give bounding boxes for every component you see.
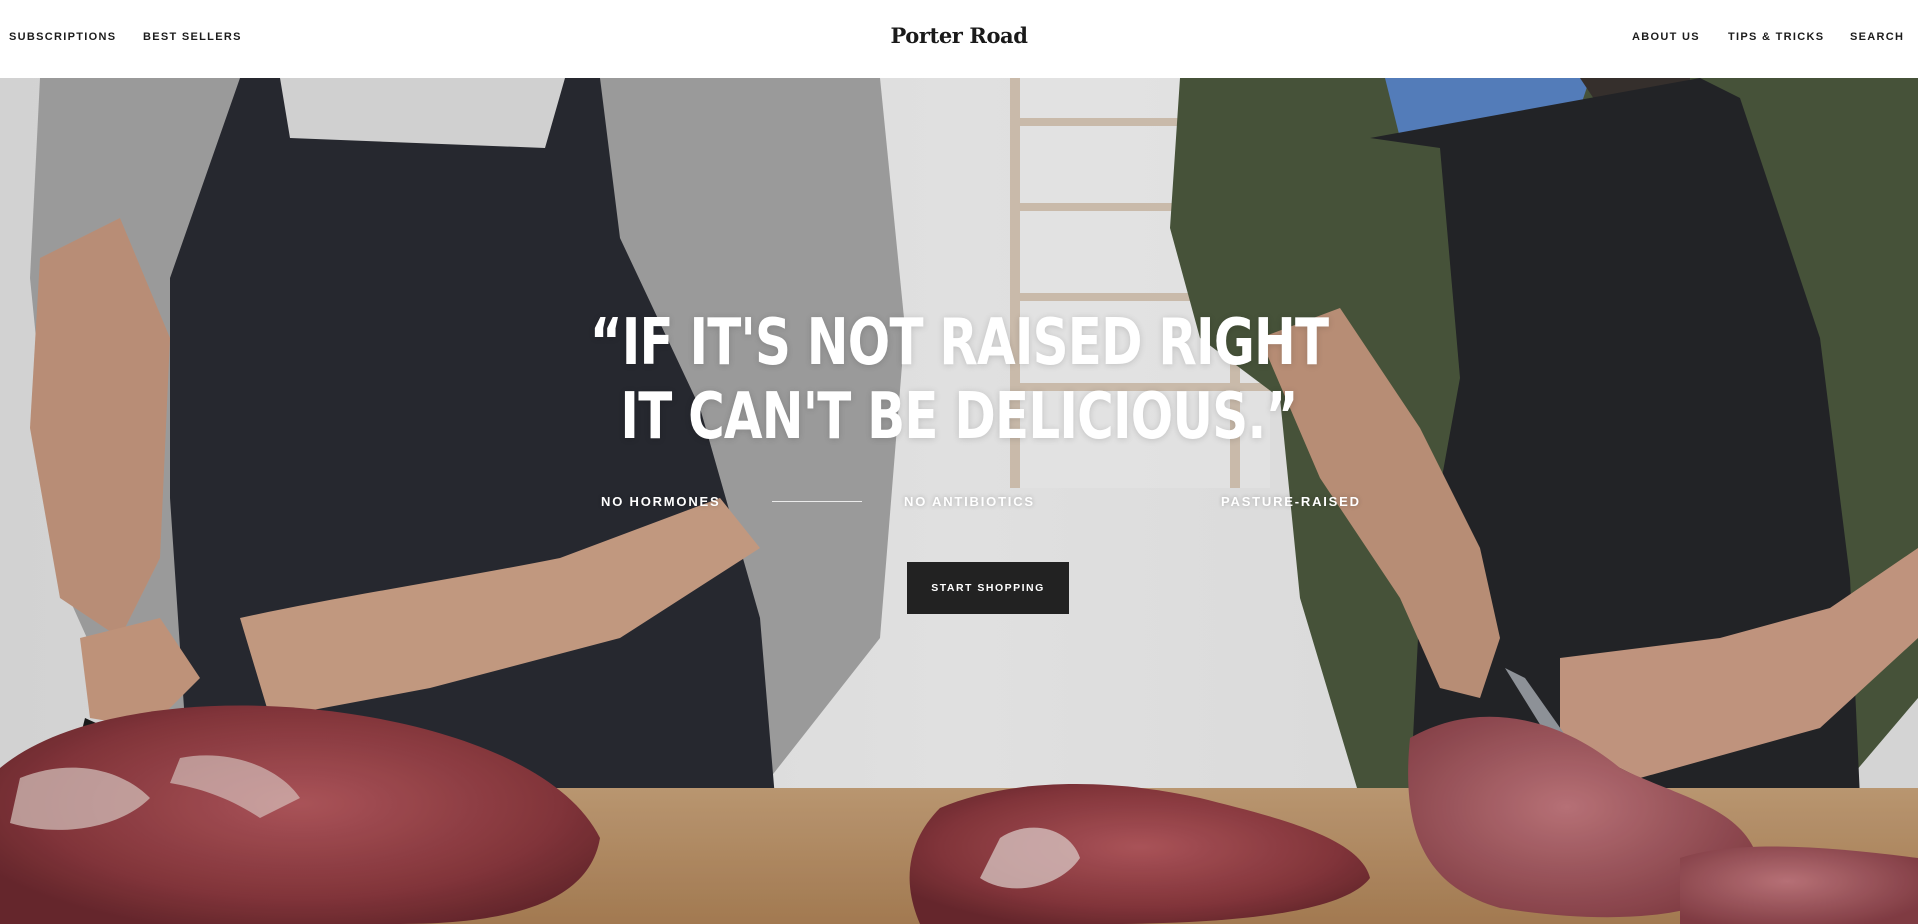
- nav-about-us[interactable]: ABOUT US: [1632, 31, 1700, 43]
- site-header: SUBSCRIPTIONS BEST SELLERS Porter Road A…: [0, 0, 1918, 78]
- feature-divider: [772, 501, 862, 502]
- feature-no-hormones: NO HORMONES: [601, 494, 721, 509]
- headline-line-2: IT CAN'T BE DELICIOUS.”: [620, 380, 1298, 454]
- feature-pasture-raised: PASTURE-RAISED: [1221, 494, 1361, 509]
- feature-no-antibiotics: NO ANTIBIOTICS: [904, 494, 1035, 509]
- site-logo[interactable]: Porter Road: [890, 23, 1027, 48]
- hero-headline: “IF IT'S NOT RAISED RIGHT IT CAN'T BE DE…: [211, 306, 1707, 454]
- nav-subscriptions[interactable]: SUBSCRIPTIONS: [9, 31, 116, 43]
- hero-section: “IF IT'S NOT RAISED RIGHT IT CAN'T BE DE…: [0, 78, 1918, 924]
- nav-search[interactable]: SEARCH: [1850, 31, 1904, 43]
- headline-line-1: “IF IT'S NOT RAISED RIGHT: [589, 306, 1329, 380]
- nav-best-sellers[interactable]: BEST SELLERS: [143, 31, 242, 43]
- start-shopping-button[interactable]: START SHOPPING: [907, 562, 1069, 614]
- nav-tips-and-tricks[interactable]: TIPS & TRICKS: [1728, 31, 1824, 43]
- logo-container: Porter Road: [0, 23, 1918, 48]
